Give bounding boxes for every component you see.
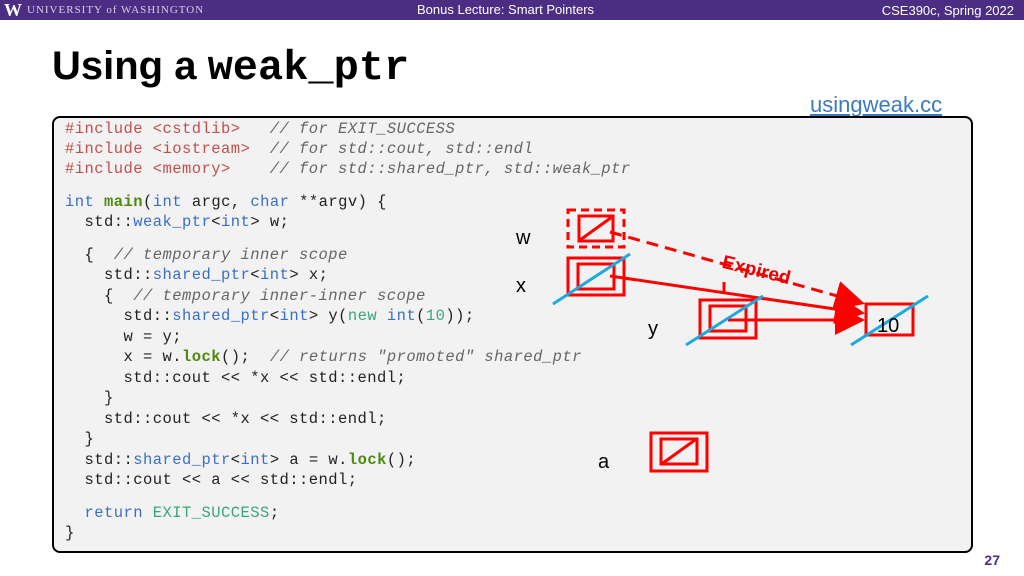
a-null-slash	[662, 438, 696, 465]
value-10: 10	[877, 315, 900, 337]
null-slash	[579, 215, 613, 242]
label-y: y	[648, 318, 658, 340]
label-x: x	[516, 275, 526, 297]
label-a: a	[598, 451, 610, 473]
page-number: 27	[984, 552, 1000, 568]
label-w: w	[516, 227, 531, 249]
memory-diagram	[552, 208, 929, 473]
